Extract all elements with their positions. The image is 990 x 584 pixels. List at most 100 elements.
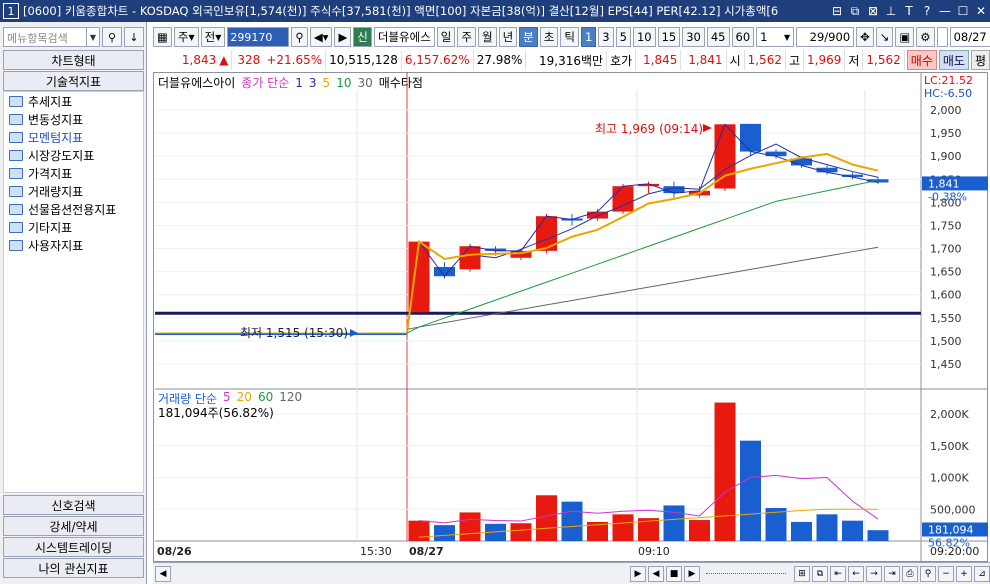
arrow-down-icon[interactable]: ↓ (124, 27, 144, 47)
chevron-down-icon[interactable]: ▼ (86, 28, 99, 46)
gear-icon[interactable]: ⚙ (916, 27, 935, 47)
credit-badge: 신 (353, 27, 372, 47)
search-icon[interactable]: ⚲ (291, 27, 308, 47)
copy-icon[interactable]: ⧉ (812, 565, 828, 582)
quote-bar: 1,843 ▲ 328 +21.65% 10,515,128 6,157.62% 2… (150, 50, 990, 70)
link-icon[interactable]: ⊠ (864, 4, 882, 18)
play-icon[interactable]: ▶ (334, 27, 352, 47)
minute-60[interactable]: 60 (731, 27, 755, 47)
last-icon[interactable]: ⇥ (884, 565, 900, 582)
restore-icon[interactable]: ⊟ (828, 4, 846, 18)
period-week[interactable]: 주 (457, 27, 476, 47)
search-icon[interactable]: ⚲ (920, 565, 936, 582)
tab-my-indicators[interactable]: 나의 관심지표 (3, 558, 144, 578)
legend-ma1: 1 (295, 75, 303, 90)
folder-icon (9, 113, 23, 125)
low-price: 1,562 (863, 50, 905, 70)
save-icon[interactable]: ▣ (895, 27, 915, 47)
open-price: 1,562 (745, 50, 786, 70)
bid-price: 1,841 (681, 50, 727, 70)
period-tick[interactable]: 틱 (560, 27, 579, 47)
tab-chart-type[interactable]: 차트형태 (3, 50, 144, 70)
chart-area[interactable] (153, 72, 988, 562)
stock-name: 더블유에스 (373, 27, 435, 47)
tree-item[interactable]: 모멘텀지표 (4, 128, 143, 146)
minute-45[interactable]: 45 (706, 27, 730, 47)
scroll-left-icon[interactable]: ◀ (155, 565, 171, 582)
chart-toolbar: ▦ 주 ▼ 전 ▼ 299170 ⚲ ◀▾ ▶ 신 더블유에스 일 주 월 년 분 … (150, 26, 990, 48)
tree-item[interactable]: 변동성지표 (4, 110, 143, 128)
prev-icon[interactable]: ◀ (648, 565, 664, 582)
folder-icon (9, 239, 23, 251)
stock-code-input[interactable]: 299170 (227, 27, 290, 47)
close-icon[interactable]: ✕ (972, 4, 990, 18)
period-year[interactable]: 년 (498, 27, 518, 47)
title-bar: 1 [0600] 키움종합차트 - KOSDAQ 외국인보유[1,574(천)]… (0, 0, 990, 22)
minute-3[interactable]: 3 (598, 27, 614, 47)
tree-item[interactable]: 추세지표 (4, 92, 143, 110)
draw-icon[interactable]: ↘ (875, 27, 894, 47)
folder-icon (9, 131, 23, 143)
current-price: 1,843 ▲ (150, 50, 233, 70)
minute-1[interactable]: 1 (580, 27, 597, 47)
count-input[interactable]: 29/900 (796, 27, 855, 47)
minute-5[interactable]: 5 (615, 27, 631, 47)
tab-signal-search[interactable]: 신호검색 (3, 495, 144, 515)
zoom-out-icon[interactable]: − (938, 565, 954, 582)
multiplier-select[interactable]: 1 ▼ (756, 27, 795, 47)
legend-ma3: 3 (308, 75, 317, 90)
next-icon[interactable]: ▶ (630, 565, 646, 582)
copy-icon[interactable]: ⧉ (846, 4, 864, 19)
speed-slider[interactable] (706, 573, 786, 574)
tree-item[interactable]: 선물옵션전용지표 (4, 200, 143, 218)
zoom-box-icon[interactable]: ⊞ (794, 565, 810, 582)
period-day[interactable]: 일 (436, 27, 456, 47)
font-icon[interactable]: T (900, 4, 918, 18)
period-second[interactable]: 초 (539, 27, 559, 47)
fwd-icon[interactable]: → (866, 565, 882, 582)
grid-icon[interactable]: ▦ (153, 27, 172, 47)
period-minute[interactable]: 분 (519, 27, 538, 47)
resize-icon[interactable]: ⊿ (974, 565, 990, 582)
minute-15[interactable]: 15 (657, 27, 681, 47)
help-icon[interactable]: ? (918, 4, 936, 18)
type-select[interactable]: 주 ▼ (173, 27, 199, 47)
eval-button[interactable]: 평 (970, 50, 990, 70)
tree-item[interactable]: 가격지표 (4, 164, 143, 182)
crosshair-icon[interactable]: ✥ (856, 27, 874, 47)
search-icon[interactable]: ⚲ (102, 27, 122, 47)
range-select[interactable]: 전 ▼ (200, 27, 226, 47)
tree-item[interactable]: 사용자지표 (4, 236, 143, 254)
date-checkbox[interactable] (936, 27, 948, 47)
print-icon[interactable]: ⎙ (902, 565, 918, 582)
pin-icon[interactable]: ⊥ (882, 4, 900, 18)
first-icon[interactable]: ⇤ (830, 565, 846, 582)
stop-icon[interactable]: ■ (666, 565, 682, 582)
buy-button[interactable]: 매수 (906, 50, 937, 70)
tab-strength[interactable]: 강세/약세 (3, 516, 144, 536)
back-icon[interactable]: ← (848, 565, 864, 582)
folder-icon (9, 167, 23, 179)
menu-search-input[interactable]: 메뉴항목검색 ▼ (3, 27, 100, 47)
legend-signal: 매수타점 (378, 76, 423, 90)
speaker-icon[interactable]: ◀▾ (309, 27, 333, 47)
forward-icon[interactable]: ▶ (684, 565, 700, 582)
high-label: 고 (786, 50, 805, 70)
date-input[interactable]: 08/27 (949, 27, 990, 47)
tree-item[interactable]: 거래량지표 (4, 182, 143, 200)
ask-price: 1,845 (636, 50, 682, 70)
tab-system-trading[interactable]: 시스템트레이딩 (3, 537, 144, 557)
minute-10[interactable]: 10 (632, 27, 656, 47)
trade-volume: 10,515,128 (326, 50, 402, 70)
minute-30[interactable]: 30 (682, 27, 705, 47)
folder-icon (9, 203, 23, 215)
sell-button[interactable]: 매도 (938, 50, 969, 70)
minimize-icon[interactable]: — (936, 4, 954, 18)
zoom-in-icon[interactable]: + (956, 565, 972, 582)
open-label: 시 (727, 50, 745, 70)
maximize-icon[interactable]: ☐ (954, 4, 972, 18)
period-month[interactable]: 월 (477, 27, 497, 47)
tab-indicator[interactable]: 기술적지표 (3, 71, 144, 91)
tree-item[interactable]: 시장강도지표 (4, 146, 143, 164)
tree-item[interactable]: 기타지표 (4, 218, 143, 236)
